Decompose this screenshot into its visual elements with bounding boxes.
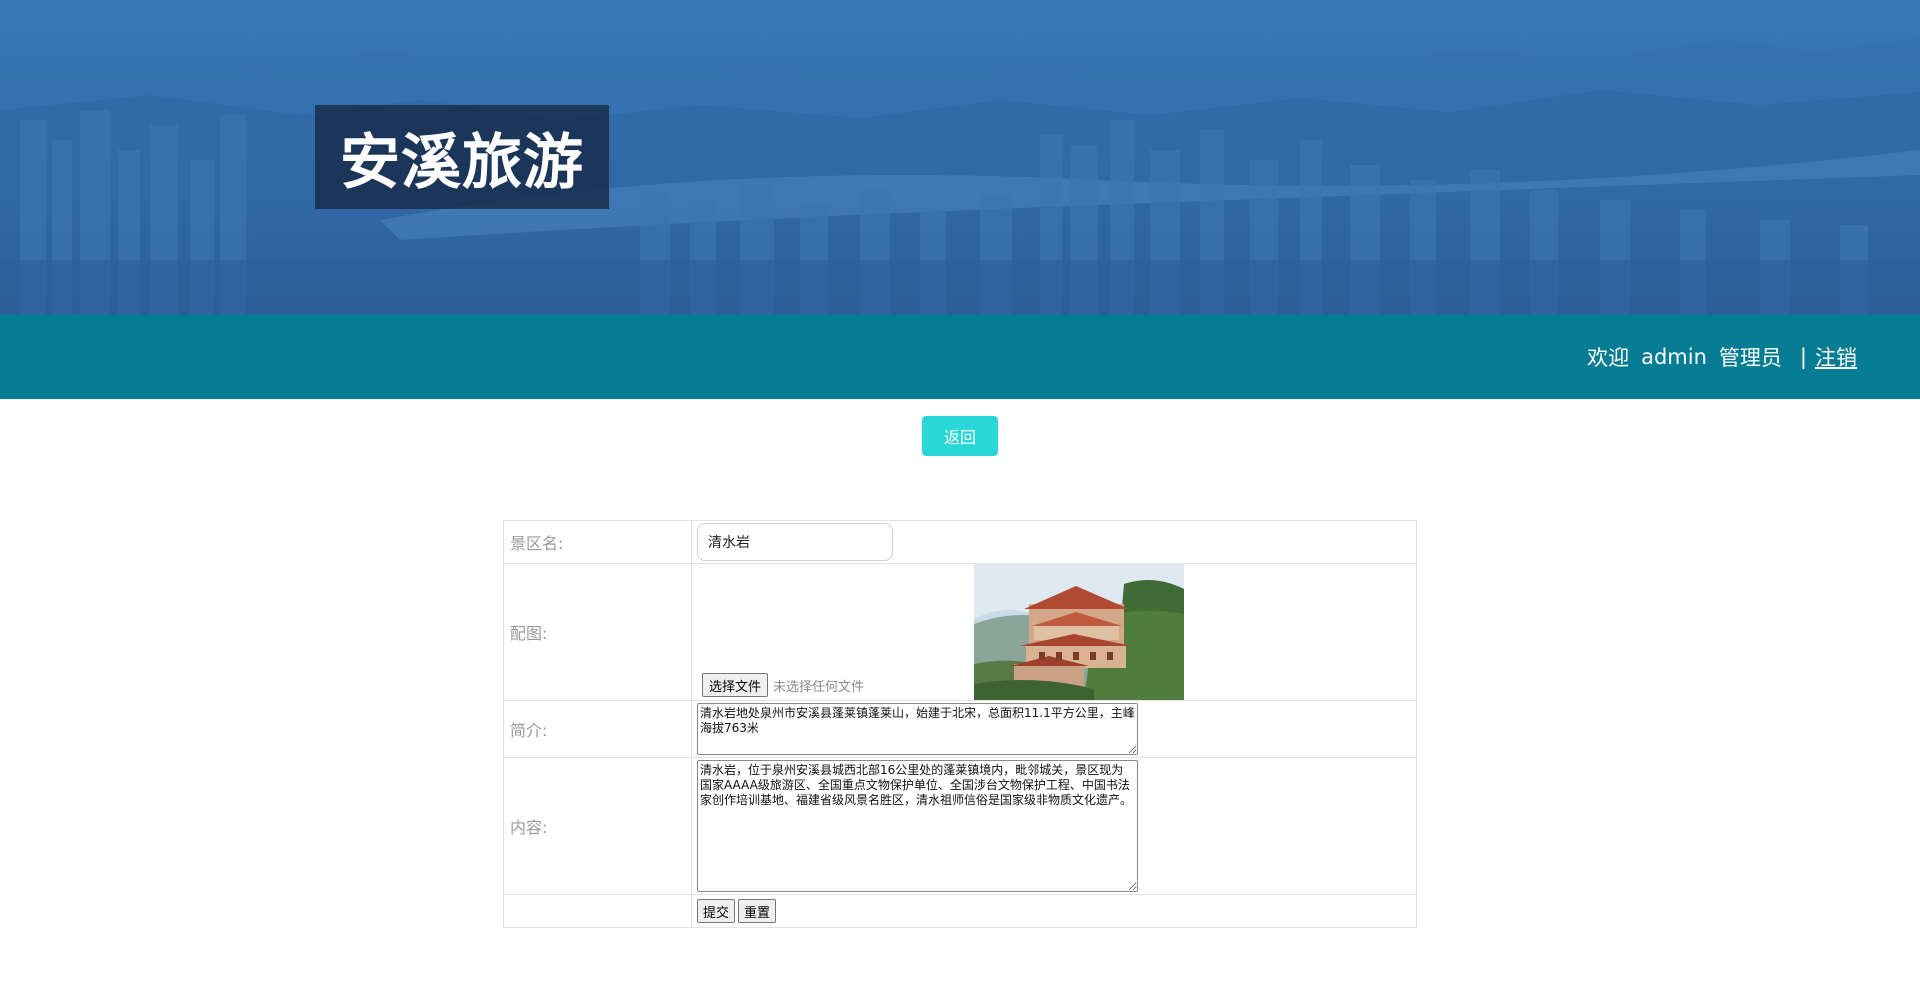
site-logo-text: 安溪旅游: [340, 127, 584, 198]
user-info: 欢迎 admin 管理员 | 注销: [1587, 315, 1857, 399]
content-textarea[interactable]: 清水岩，位于泉州安溪县城西北部16公里处的蓬莱镇境内，毗邻城关，景区现为国家AA…: [697, 760, 1138, 892]
city-skyline-background: [0, 38, 1920, 315]
top-navbar: 欢迎 admin 管理员 | 注销: [0, 315, 1920, 399]
logout-link[interactable]: 注销: [1815, 342, 1857, 372]
site-logo[interactable]: 安溪旅游: [315, 105, 609, 209]
file-picker: 选择文件 未选择任何文件: [702, 673, 864, 697]
form-row-actions: 提交 重置: [503, 894, 1417, 928]
welcome-text: 欢迎: [1587, 346, 1630, 370]
content-field-cell: 清水岩，位于泉州安溪县城西北部16公里处的蓬莱镇境内，毗邻城关，景区现为国家AA…: [691, 757, 1417, 895]
content-label: 内容:: [503, 757, 692, 895]
form-row-intro: 简介: 清水岩地处泉州市安溪县蓬莱镇蓬莱山，始建于北宋，总面积11.1平方公里，…: [503, 700, 1417, 758]
scenic-preview-image: [974, 564, 1184, 700]
name-label: 景区名:: [503, 520, 692, 564]
image-field-cell: 选择文件 未选择任何文件: [691, 563, 1417, 701]
form-row-name: 景区名:: [503, 520, 1417, 564]
image-label: 配图:: [503, 563, 692, 701]
intro-label: 简介:: [503, 700, 692, 758]
header-banner: 安溪旅游: [0, 0, 1920, 315]
intro-textarea[interactable]: 清水岩地处泉州市安溪县蓬莱镇蓬莱山，始建于北宋，总面积11.1平方公里，主峰海拔…: [697, 703, 1138, 755]
scenic-spot-edit-form: 景区名: 配图: 选择文件 未选择任何文件: [503, 520, 1417, 928]
nav-separator: |: [1799, 345, 1807, 369]
actions-cell: 提交 重置: [691, 894, 1417, 928]
intro-field-cell: 清水岩地处泉州市安溪县蓬莱镇蓬莱山，始建于北宋，总面积11.1平方公里，主峰海拔…: [691, 700, 1417, 758]
submit-button[interactable]: 提交: [697, 899, 736, 923]
choose-file-button[interactable]: 选择文件: [702, 673, 769, 697]
form-row-image: 配图: 选择文件 未选择任何文件: [503, 563, 1417, 701]
actions-label-cell: [503, 894, 692, 928]
name-field-cell: [691, 520, 1417, 564]
reset-button[interactable]: 重置: [738, 899, 777, 923]
back-button[interactable]: 返回: [922, 416, 998, 456]
file-status-text: 未选择任何文件: [773, 679, 865, 695]
scenic-name-input[interactable]: [697, 523, 893, 561]
form-row-content: 内容: 清水岩，位于泉州安溪县城西北部16公里处的蓬莱镇境内，毗邻城关，景区现为…: [503, 757, 1417, 895]
user-role: 管理员: [1718, 346, 1782, 370]
username: admin: [1641, 345, 1707, 369]
